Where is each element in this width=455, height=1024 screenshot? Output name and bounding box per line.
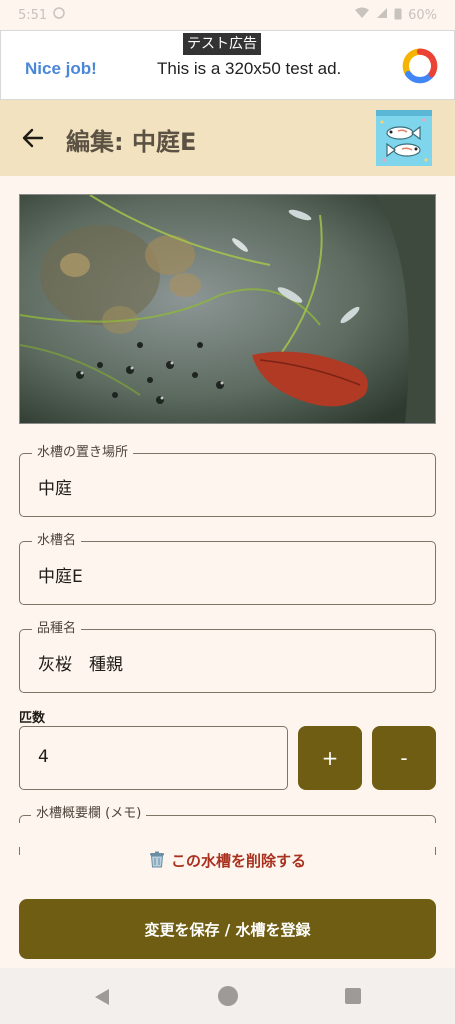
back-button[interactable] xyxy=(20,125,46,151)
variety-field[interactable]: 品種名 灰桜 種親 xyxy=(19,620,436,693)
save-button[interactable]: 変更を保存 / 水槽を登録 xyxy=(19,899,436,959)
tank-photo[interactable] xyxy=(19,194,436,424)
delete-tank-button[interactable]: この水槽を削除する xyxy=(0,850,455,872)
increment-button[interactable]: + xyxy=(298,726,362,790)
status-bar: 5:51 60% xyxy=(0,0,455,30)
tank-name-label: 水槽名 xyxy=(32,532,82,550)
nav-home-icon[interactable] xyxy=(218,986,238,1006)
wifi-icon xyxy=(354,7,370,23)
ad-nice-job: Nice job! xyxy=(25,59,97,78)
tank-photo-image xyxy=(20,195,435,423)
location-value: 中庭 xyxy=(38,479,72,499)
nav-recents-icon[interactable] xyxy=(345,988,361,1004)
tank-name-value: 中庭E xyxy=(38,567,83,587)
trash-icon xyxy=(149,851,165,872)
ad-logo-icon xyxy=(402,48,438,84)
tank-name-field[interactable]: 水槽名 中庭E xyxy=(19,532,436,605)
memo-label: 水槽概要欄 (メモ) xyxy=(31,805,147,823)
status-indicator-icon xyxy=(53,7,65,23)
variety-value: 灰桜 種親 xyxy=(38,655,123,675)
decrement-button[interactable]: - xyxy=(372,726,436,790)
signal-icon xyxy=(376,7,388,23)
variety-label: 品種名 xyxy=(32,620,82,638)
fish-app-icon xyxy=(376,110,432,166)
status-time: 5:51 xyxy=(18,7,48,23)
ad-text: This is a 320x50 test ad. xyxy=(157,59,342,78)
ad-label: テスト広告 xyxy=(183,33,261,55)
location-label: 水槽の置き場所 xyxy=(32,444,134,462)
system-nav-bar xyxy=(0,968,455,1024)
nav-back-icon[interactable] xyxy=(93,988,111,1006)
delete-label: この水槽を削除する xyxy=(170,852,306,870)
battery-icon xyxy=(394,7,402,24)
location-field[interactable]: 水槽の置き場所 中庭 xyxy=(19,444,436,517)
count-label: 匹数 xyxy=(19,711,46,726)
count-field[interactable]: 4 xyxy=(19,726,288,790)
ad-banner[interactable]: テスト広告 Nice job! This is a 320x50 test ad… xyxy=(0,30,455,100)
count-value: 4 xyxy=(38,747,49,767)
arrow-left-icon xyxy=(22,128,44,148)
page-title: 編集: 中庭E xyxy=(66,128,197,156)
battery-percent: 60% xyxy=(408,7,437,23)
